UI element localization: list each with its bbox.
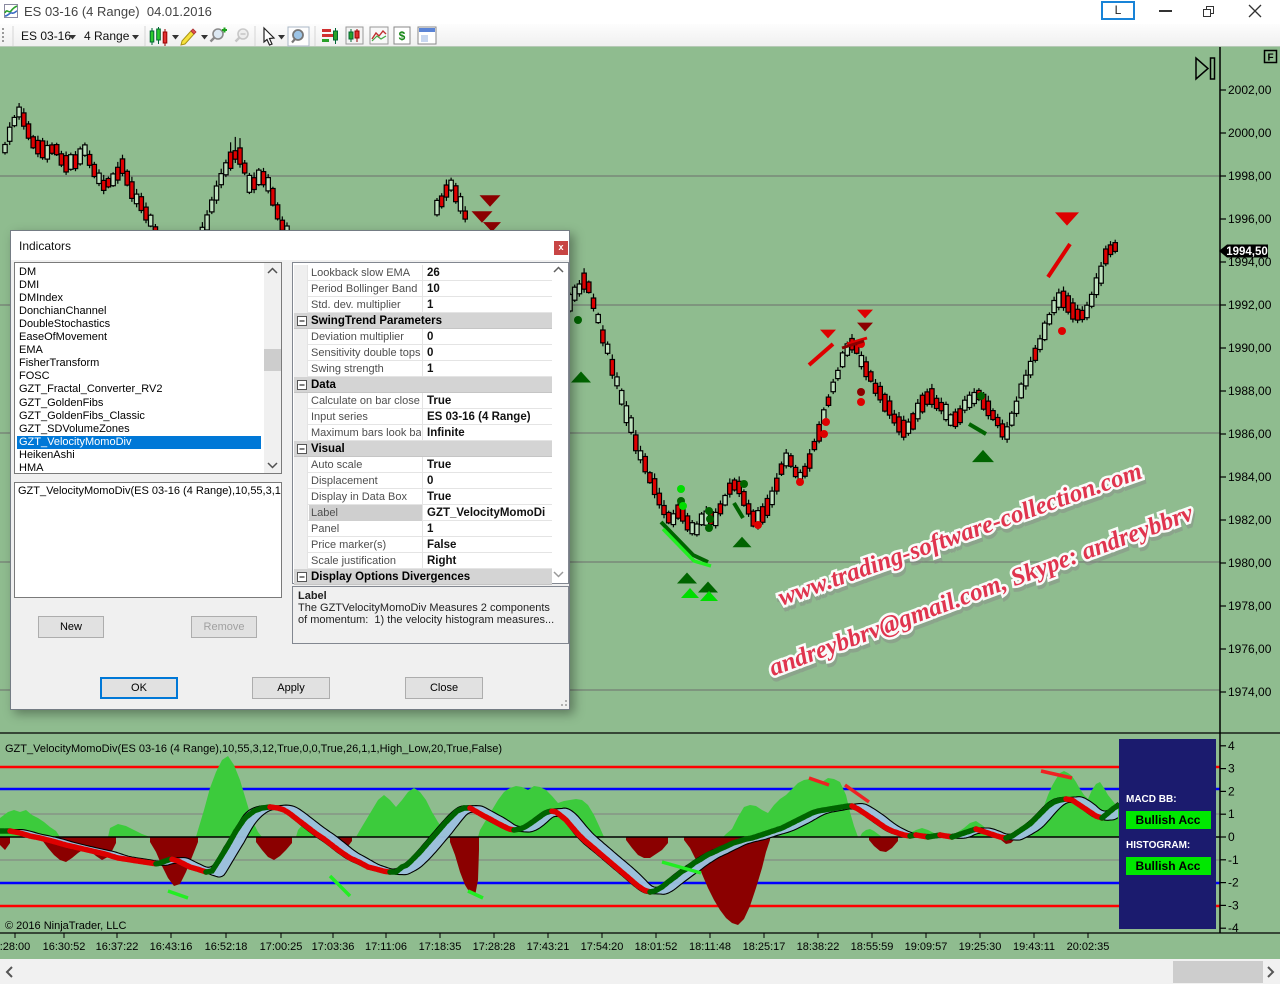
svg-text:4: 4 xyxy=(1228,739,1235,753)
svg-text:18:25:17: 18:25:17 xyxy=(743,941,786,953)
svg-text:18:55:59: 18:55:59 xyxy=(851,941,894,953)
svg-text:20:02:35: 20:02:35 xyxy=(1067,941,1110,953)
svg-text:19:43:11: 19:43:11 xyxy=(1013,941,1055,953)
svg-text:1988,00: 1988,00 xyxy=(1228,384,1272,398)
svg-text:© 2016 NinjaTrader, LLC: © 2016 NinjaTrader, LLC xyxy=(5,920,126,932)
svg-text:MACD BB:: MACD BB: xyxy=(1126,794,1177,805)
svg-text:1980,00: 1980,00 xyxy=(1228,556,1272,570)
svg-text:ES 03-16: ES 03-16 xyxy=(21,29,71,43)
svg-text:16:30:52: 16:30:52 xyxy=(43,941,86,953)
svg-text:1992,00: 1992,00 xyxy=(1228,298,1272,312)
svg-text:-2: -2 xyxy=(1228,876,1239,890)
svg-text:17:03:36: 17:03:36 xyxy=(312,941,355,953)
svg-text:3: 3 xyxy=(1228,762,1235,776)
svg-text:Bullish Acc: Bullish Acc xyxy=(1136,813,1201,827)
svg-text:1996,00: 1996,00 xyxy=(1228,212,1272,226)
svg-text:2002,00: 2002,00 xyxy=(1228,83,1272,97)
svg-text:2: 2 xyxy=(1228,784,1235,798)
svg-text:16:37:22: 16:37:22 xyxy=(96,941,139,953)
svg-text:18:01:52: 18:01:52 xyxy=(635,941,678,953)
svg-text::28:00: :28:00 xyxy=(0,941,30,953)
svg-text:1976,00: 1976,00 xyxy=(1228,642,1272,656)
svg-text:Bullish Acc: Bullish Acc xyxy=(1136,859,1201,873)
svg-text:$: $ xyxy=(399,29,406,43)
svg-text:17:28:28: 17:28:28 xyxy=(473,941,516,953)
svg-text:4 Range: 4 Range xyxy=(84,29,130,43)
svg-text:1986,00: 1986,00 xyxy=(1228,427,1272,441)
svg-text:-4: -4 xyxy=(1228,921,1239,935)
svg-text:17:54:20: 17:54:20 xyxy=(581,941,624,953)
svg-text:-3: -3 xyxy=(1228,898,1239,912)
svg-text:1978,00: 1978,00 xyxy=(1228,599,1272,613)
svg-text:F: F xyxy=(1267,53,1273,64)
svg-text:16:43:16: 16:43:16 xyxy=(150,941,193,953)
svg-text:2000,00: 2000,00 xyxy=(1228,126,1272,140)
svg-text:16:52:18: 16:52:18 xyxy=(205,941,248,953)
svg-text:18:38:22: 18:38:22 xyxy=(797,941,840,953)
svg-text:17:18:35: 17:18:35 xyxy=(419,941,462,953)
svg-text:19:09:57: 19:09:57 xyxy=(905,941,948,953)
svg-text:1982,00: 1982,00 xyxy=(1228,513,1272,527)
svg-text:1: 1 xyxy=(1228,807,1235,821)
svg-text:0: 0 xyxy=(1228,830,1235,844)
svg-text:1994,50: 1994,50 xyxy=(1226,246,1268,258)
svg-text:1998,00: 1998,00 xyxy=(1228,169,1272,183)
svg-text:GZT_VelocityMomoDiv(ES 03-16 (: GZT_VelocityMomoDiv(ES 03-16 (4 Range),1… xyxy=(5,743,502,755)
svg-text:HISTOGRAM:: HISTOGRAM: xyxy=(1126,840,1190,851)
svg-text:19:25:30: 19:25:30 xyxy=(959,941,1002,953)
svg-text:1974,00: 1974,00 xyxy=(1228,685,1272,699)
svg-text:17:11:06: 17:11:06 xyxy=(365,941,407,953)
svg-text:17:00:25: 17:00:25 xyxy=(260,941,303,953)
svg-text:18:11:48: 18:11:48 xyxy=(689,941,731,953)
svg-text:1990,00: 1990,00 xyxy=(1228,341,1272,355)
svg-text:17:43:21: 17:43:21 xyxy=(527,941,570,953)
svg-text:1984,00: 1984,00 xyxy=(1228,470,1272,484)
svg-text:-1: -1 xyxy=(1228,853,1239,867)
